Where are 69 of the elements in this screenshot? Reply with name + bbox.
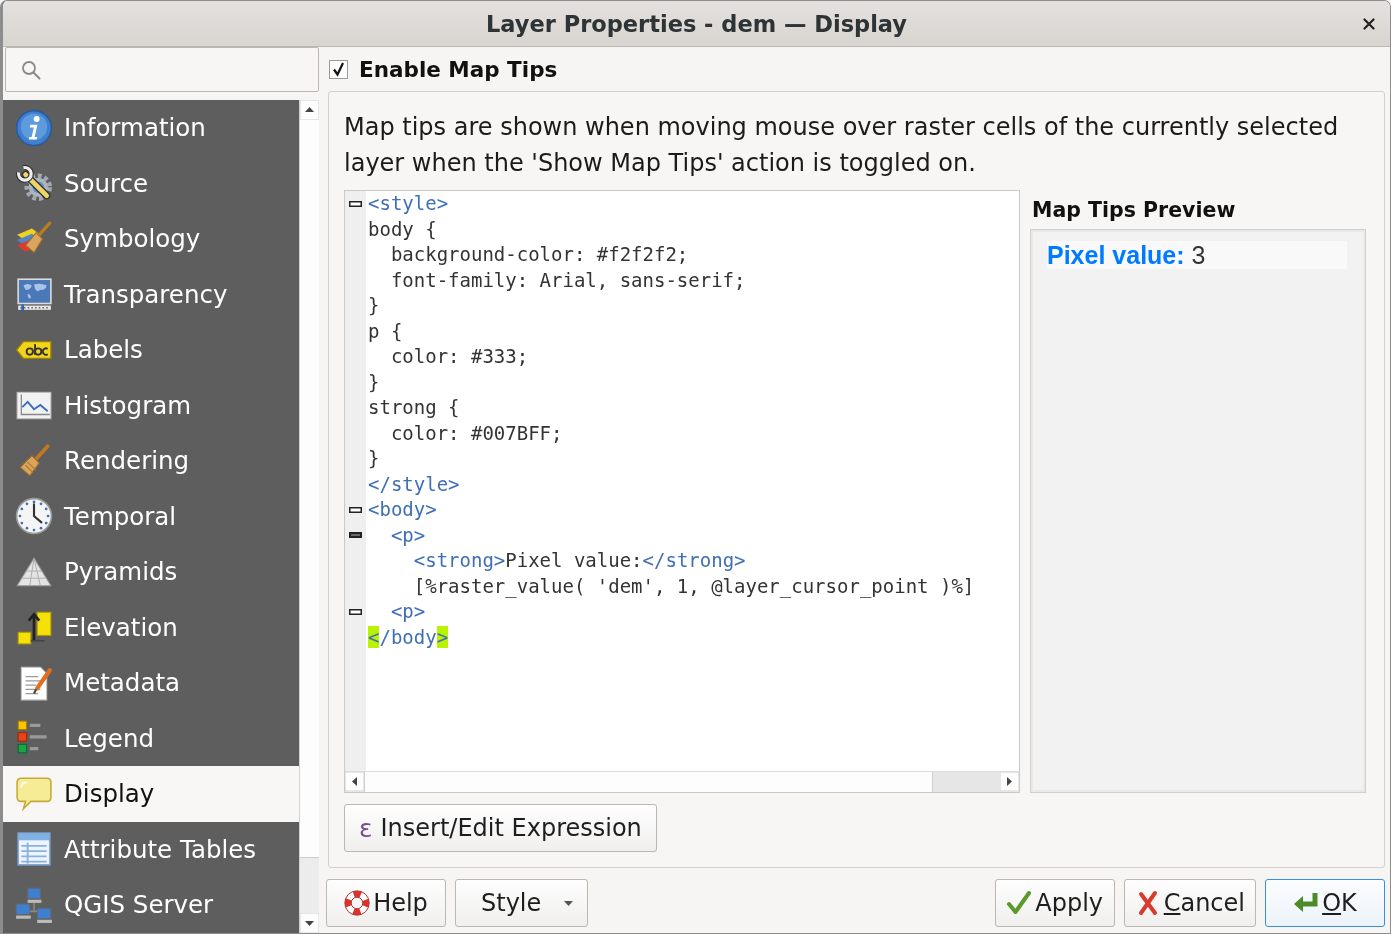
ok-button[interactable]: OK [1265,879,1385,927]
epsilon-icon: ε [359,813,373,843]
code-line: color: #007BFF; [389,420,563,446]
description-text: Map tips are shown when moving mouse over raster cells of the currently selected layer when the 'Show Map Tips' action is toggled on. [344,112,1340,179]
sidebar-item[interactable]: Source [3,155,299,211]
sidebar-item[interactable]: Labels [3,322,299,378]
left-arrow-icon[interactable] [345,772,364,791]
code-line: [%raster_value( 'dem', 1, @layer_cursor_point )%] [412,573,975,599]
sidebar-item[interactable]: Metadata [3,655,299,711]
network-computers-icon [15,885,53,924]
preview-heading: Map Tips Preview [1031,197,1237,224]
checkmark-icon [1006,890,1033,916]
sidebar-item[interactable]: Transparency [3,266,299,322]
code-line: <body> [367,497,437,522]
fold-toggle-icon[interactable] [349,506,362,513]
code-line: body { [367,216,437,242]
sidebar-item[interactable]: Symbology [3,211,299,267]
sidebar-item[interactable]: Information [3,100,299,156]
sidebar-item[interactable]: Elevation [3,599,299,655]
search-icon [21,59,41,80]
sidebar-item[interactable]: Histogram [3,377,299,433]
window-title: Layer Properties - dem — Display [485,10,908,37]
checkbox-label[interactable]: Enable Map Tips [359,56,558,82]
code-line: </style> [367,471,460,497]
code-line: } [367,369,380,395]
table-icon [15,830,53,869]
code-line: <p> [389,599,426,624]
clock-icon [15,497,53,536]
preview-text: Pixel value: 3 [1047,241,1347,269]
sidebar-item[interactable]: Legend [3,710,299,766]
help-button[interactable]: Help [326,879,446,927]
speech-bubble-icon [15,774,53,813]
style-button[interactable]: Style [455,879,589,927]
apply-button[interactable]: Apply [994,879,1115,927]
sidebar-item[interactable]: Rendering [3,433,299,489]
lifebuoy-icon [344,890,371,916]
code-line: <strong>Pixel value:</strong> [412,548,746,573]
sidebar-item[interactable]: Pyramids [3,544,299,600]
close-icon[interactable] [1363,17,1375,30]
code-line: <p> [389,522,426,548]
map-slider-icon [15,275,53,314]
code-line: } [367,293,380,318]
scrollbar[interactable] [345,771,1019,792]
up-arrow-icon[interactable] [300,100,319,120]
wrench-gear-icon [15,164,53,203]
code-line: background-color: #f2f2f2; [389,242,689,267]
code-line: } [367,446,380,471]
cancel-button[interactable]: Cancel [1123,879,1256,927]
sidebar-item[interactable]: QGIS Server [3,877,299,933]
code-line: <style> [367,191,449,216]
code-line: strong { [367,395,460,420]
fold-toggle-icon[interactable] [349,532,362,539]
right-arrow-icon[interactable] [1000,772,1019,791]
down-arrow-icon[interactable] [300,913,319,933]
code-line: color: #333; [389,344,529,369]
code-line: font-family: Arial, sans-serif; [389,267,746,293]
search-field[interactable] [5,47,319,92]
sidebar-item[interactable]: Temporal [3,488,299,544]
fold-toggle-icon[interactable] [349,200,362,207]
checkbox[interactable] [329,59,348,79]
code-line: p { [367,318,403,344]
caret-icon [564,900,574,906]
sidebar-item[interactable]: Attribute Tables [3,821,299,877]
code-line: </body> [367,624,449,650]
info-icon [15,108,53,147]
expression-button[interactable]: ε Insert/Edit Expression [344,804,657,852]
fold-toggle-icon[interactable] [349,608,362,615]
sidebar-item[interactable]: Display [3,766,299,822]
scrollbar[interactable] [299,100,319,933]
